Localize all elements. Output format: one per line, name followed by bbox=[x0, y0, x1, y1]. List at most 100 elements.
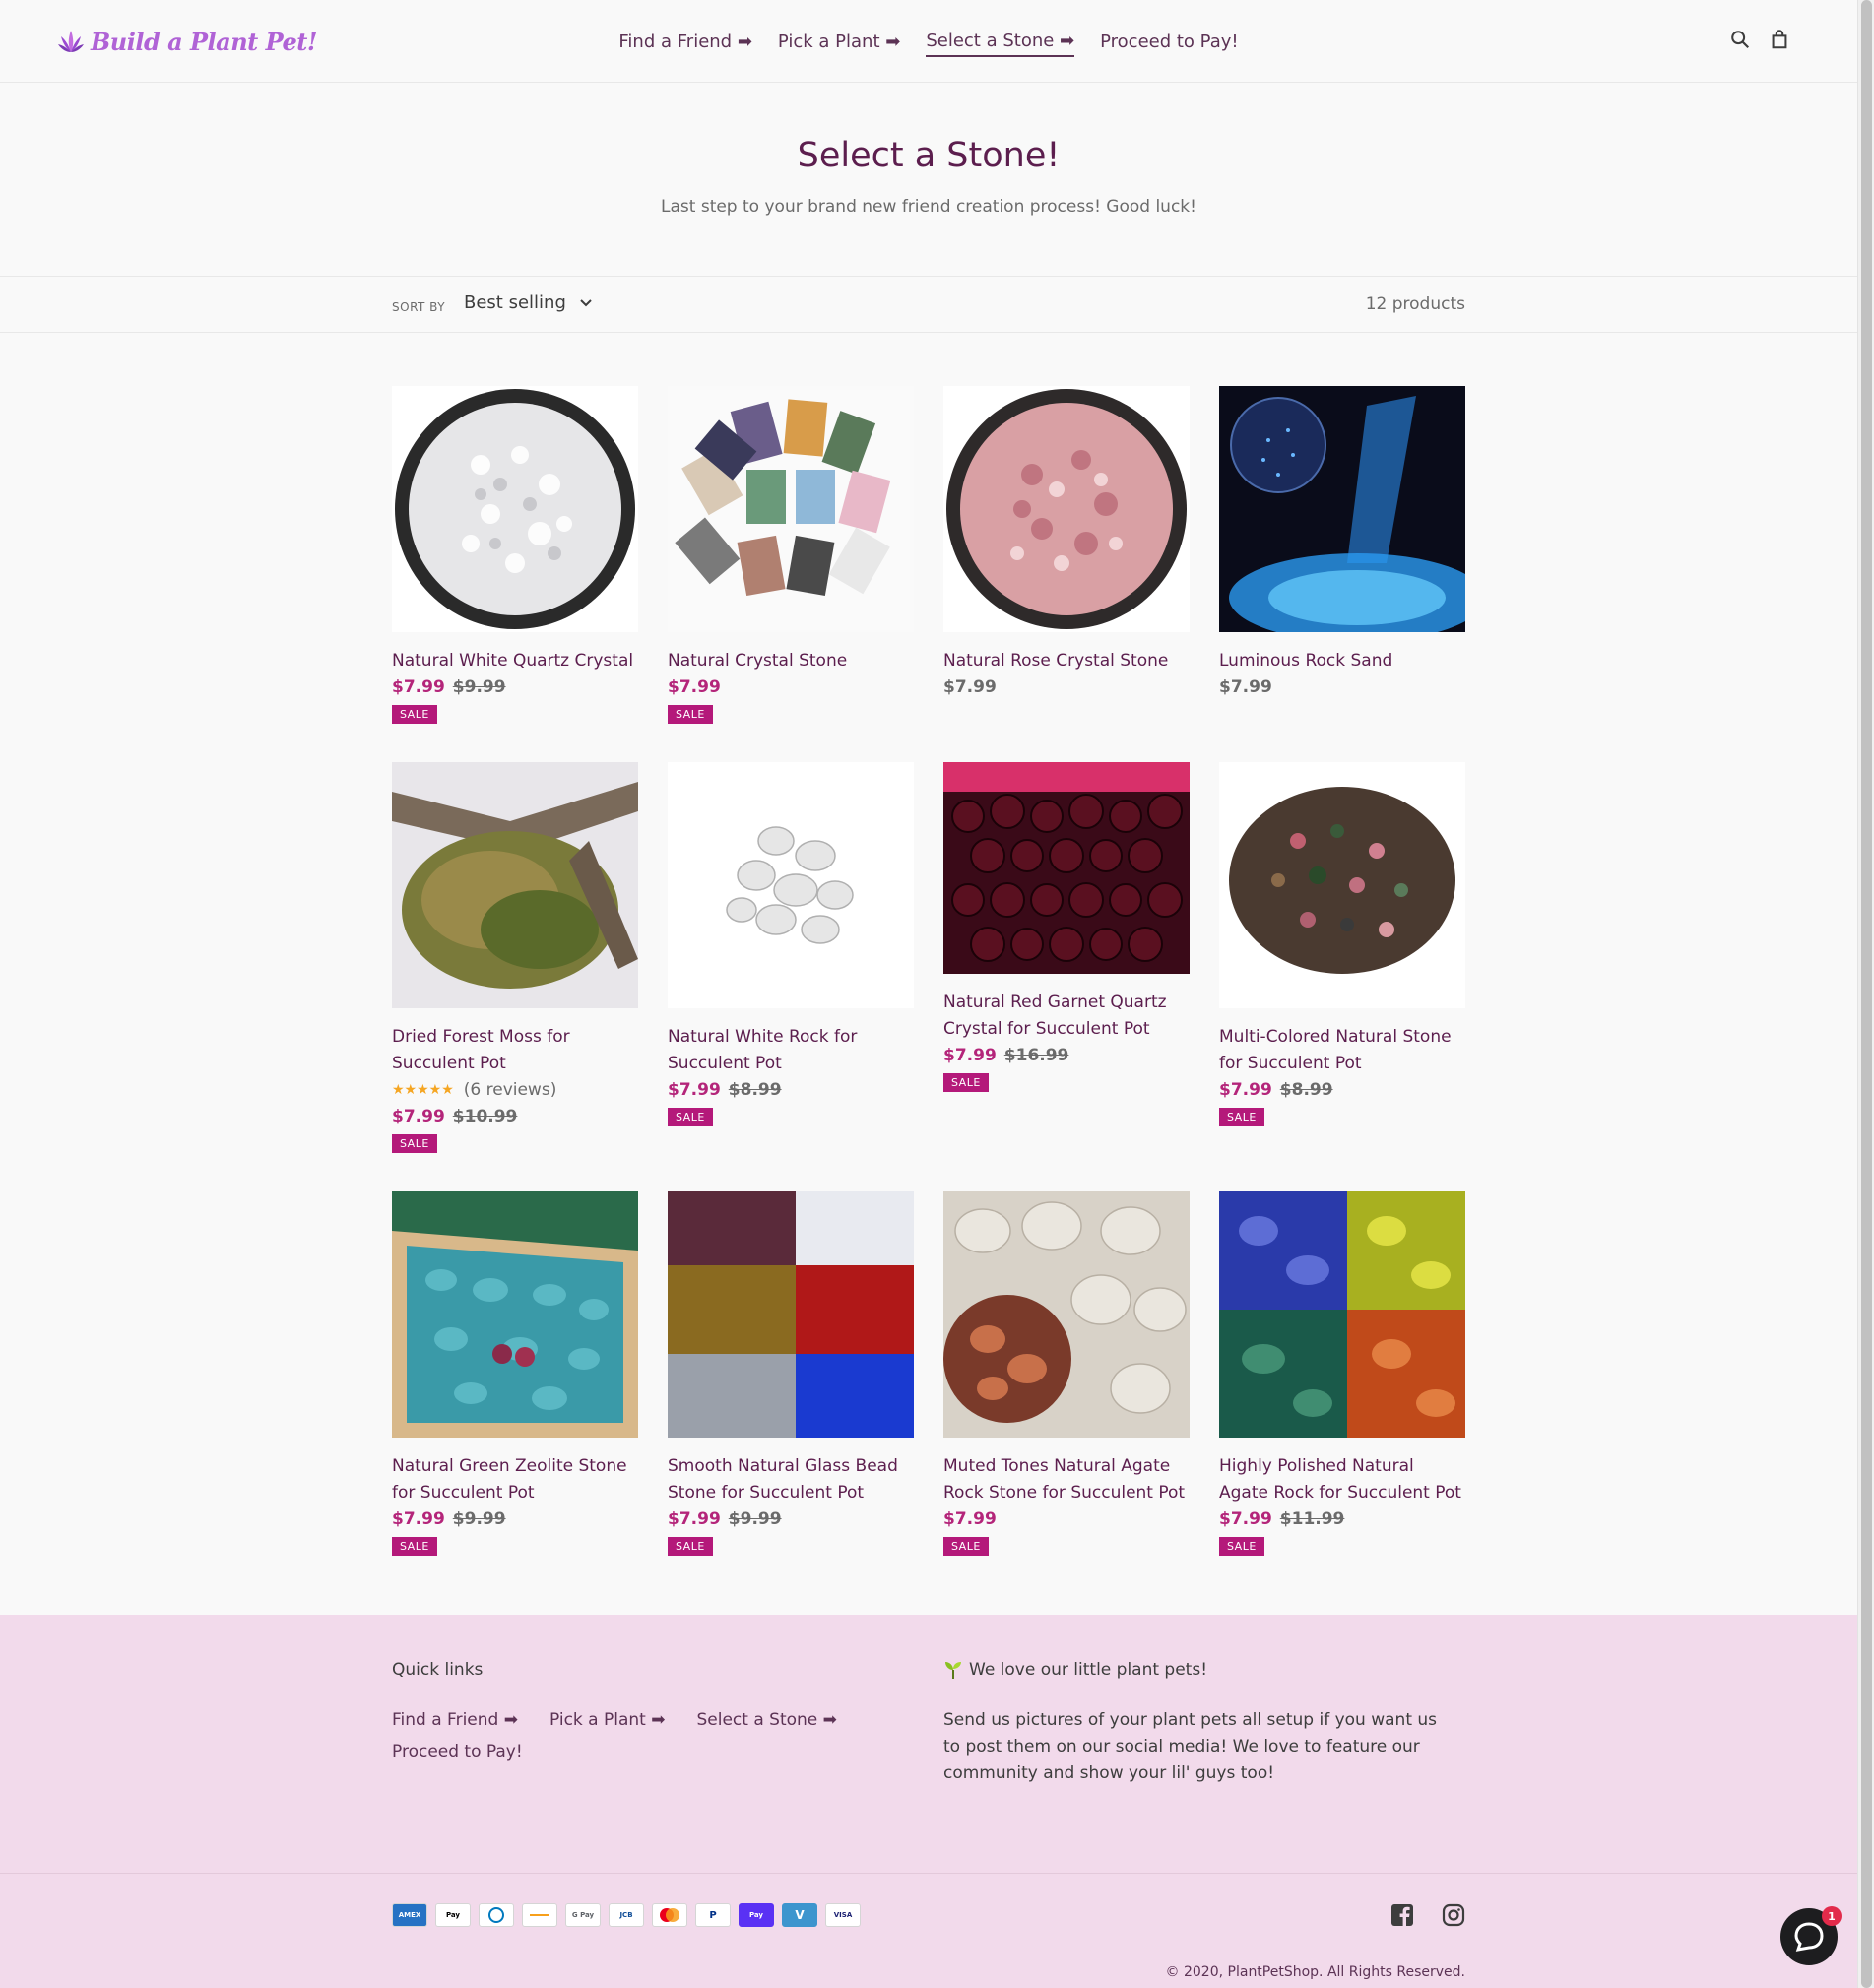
sort-select[interactable]: Best selling bbox=[464, 292, 592, 313]
amex-icon: AMEX bbox=[392, 1903, 427, 1927]
about-title: We love our little plant pets! bbox=[943, 1660, 1207, 1680]
diners-club-icon bbox=[479, 1903, 514, 1927]
product-title[interactable]: Natural Red Garnet Quartz Crystal for Su… bbox=[943, 990, 1190, 1043]
product-title[interactable]: Natural Green Zeolite Stone for Succulen… bbox=[392, 1453, 638, 1507]
product-card[interactable]: Luminous Rock Sand $7.99 bbox=[1219, 386, 1465, 701]
product-card[interactable]: Natural Green Zeolite Stone for Succulen… bbox=[392, 1191, 638, 1556]
cart-icon[interactable] bbox=[1769, 28, 1790, 51]
product-title[interactable]: Muted Tones Natural Agate Rock Stone for… bbox=[943, 1453, 1190, 1507]
product-title[interactable]: Dried Forest Moss for Succulent Pot bbox=[392, 1024, 638, 1077]
page-subtitle: Last step to your brand new friend creat… bbox=[661, 197, 1196, 217]
sale-badge: SALE bbox=[668, 705, 713, 724]
product-image-agate-muted[interactable] bbox=[943, 1191, 1190, 1438]
compare-price: $9.99 bbox=[452, 677, 506, 697]
sale-price: $7.99 bbox=[392, 1107, 445, 1126]
product-image-rose-crystal[interactable] bbox=[943, 386, 1190, 632]
seedling-icon bbox=[945, 1662, 961, 1679]
chat-notification-badge: 1 bbox=[1822, 1906, 1842, 1926]
sale-price: $7.99 bbox=[943, 1046, 997, 1065]
review-count: (6 reviews) bbox=[463, 1080, 557, 1100]
product-rating[interactable]: ★★★★★ (6 reviews) bbox=[392, 1077, 638, 1104]
product-title[interactable]: Natural White Quartz Crystal bbox=[392, 648, 638, 674]
compare-price: $11.99 bbox=[1279, 1509, 1345, 1529]
product-card[interactable]: Highly Polished Natural Agate Rock for S… bbox=[1219, 1191, 1465, 1556]
sale-price: $7.99 bbox=[1219, 1080, 1272, 1100]
sale-price: $7.99 bbox=[668, 1509, 721, 1529]
product-prices: $7.99 $10.99 bbox=[392, 1104, 638, 1130]
apple-pay-icon: Pay bbox=[435, 1903, 471, 1927]
product-title[interactable]: Luminous Rock Sand bbox=[1219, 648, 1465, 674]
shop-pay-icon: Pay bbox=[739, 1903, 774, 1927]
sale-price: $7.99 bbox=[943, 1509, 997, 1529]
product-card[interactable]: Natural Red Garnet Quartz Crystal for Su… bbox=[943, 762, 1190, 1092]
footer-link-select-a-stone[interactable]: Select a Stone ➡ bbox=[696, 1707, 836, 1733]
product-card[interactable]: Natural White Quartz Crystal $7.99 $9.99… bbox=[392, 386, 638, 724]
footer-top: Quick links Find a Friend ➡ Pick a Plant… bbox=[0, 1615, 1857, 1873]
product-card[interactable]: Multi-Colored Natural Stone for Succulen… bbox=[1219, 762, 1465, 1126]
chat-widget-button[interactable]: 1 bbox=[1780, 1906, 1842, 1965]
product-title[interactable]: Natural Rose Crystal Stone bbox=[943, 648, 1190, 674]
product-image-white-rock[interactable] bbox=[668, 762, 914, 1008]
product-card[interactable]: Muted Tones Natural Agate Rock Stone for… bbox=[943, 1191, 1190, 1556]
product-title[interactable]: Multi-Colored Natural Stone for Succulen… bbox=[1219, 1024, 1465, 1077]
mastercard-icon bbox=[652, 1903, 687, 1927]
nav-select-a-stone[interactable]: Select a Stone ➡ bbox=[926, 27, 1075, 57]
product-card[interactable]: Smooth Natural Glass Bead Stone for Succ… bbox=[668, 1191, 914, 1556]
nav-find-a-friend[interactable]: Find a Friend ➡ bbox=[618, 28, 752, 56]
product-title[interactable]: Smooth Natural Glass Bead Stone for Succ… bbox=[668, 1453, 914, 1507]
product-prices: $7.99 $9.99 bbox=[392, 674, 638, 701]
footer-link-proceed-to-pay[interactable]: Proceed to Pay! bbox=[392, 1739, 523, 1764]
nav-proceed-to-pay[interactable]: Proceed to Pay! bbox=[1100, 28, 1238, 56]
instagram-icon[interactable] bbox=[1442, 1903, 1465, 1931]
page-scrollbar[interactable] bbox=[1857, 0, 1874, 1988]
facebook-icon[interactable] bbox=[1390, 1903, 1414, 1931]
product-prices: $7.99 $9.99 bbox=[668, 1507, 914, 1533]
product-title[interactable]: Natural White Rock for Succulent Pot bbox=[668, 1024, 914, 1077]
sale-badge: SALE bbox=[943, 1537, 989, 1556]
quick-links: Find a Friend ➡ Pick a Plant ➡ Select a … bbox=[392, 1707, 884, 1764]
collection-hero: Select a Stone! Last step to your brand … bbox=[0, 83, 1857, 276]
product-prices: $7.99 bbox=[943, 1507, 1190, 1533]
sale-badge: SALE bbox=[943, 1073, 989, 1092]
footer-link-find-a-friend[interactable]: Find a Friend ➡ bbox=[392, 1707, 518, 1733]
product-image-crystal-bags[interactable] bbox=[668, 386, 914, 632]
sale-price: $7.99 bbox=[392, 677, 445, 697]
product-title[interactable]: Natural Crystal Stone bbox=[668, 648, 914, 674]
product-card[interactable]: Natural Rose Crystal Stone $7.99 bbox=[943, 386, 1190, 701]
product-image-garnet[interactable] bbox=[943, 762, 1190, 974]
compare-price: $16.99 bbox=[1003, 1046, 1069, 1065]
visa-icon: VISA bbox=[825, 1903, 861, 1927]
product-image-agate-polished[interactable] bbox=[1219, 1191, 1465, 1438]
quick-links-title: Quick links bbox=[392, 1660, 484, 1680]
product-image-multi-stone[interactable] bbox=[1219, 762, 1465, 1008]
product-image-glass-beads[interactable] bbox=[668, 1191, 914, 1438]
sale-badge: SALE bbox=[1219, 1108, 1264, 1126]
search-icon[interactable] bbox=[1729, 28, 1751, 51]
product-title[interactable]: Highly Polished Natural Agate Rock for S… bbox=[1219, 1453, 1465, 1507]
product-card[interactable]: Natural White Rock for Succulent Pot $7.… bbox=[668, 762, 914, 1126]
scrollbar-thumb[interactable] bbox=[1861, 0, 1872, 1988]
footer-link-pick-a-plant[interactable]: Pick a Plant ➡ bbox=[549, 1707, 666, 1733]
page: Build a Plant Pet! Find a Friend ➡ Pick … bbox=[0, 0, 1857, 1988]
product-card[interactable]: Dried Forest Moss for Succulent Pot ★★★★… bbox=[392, 762, 638, 1153]
product-image-moss[interactable] bbox=[392, 762, 638, 1008]
jcb-icon: JCB bbox=[609, 1903, 644, 1927]
sale-badge: SALE bbox=[392, 705, 437, 724]
product-prices: $7.99 bbox=[668, 674, 914, 701]
product-prices: $7.99 $9.99 bbox=[392, 1507, 638, 1533]
sort-label: SORT BY bbox=[392, 300, 446, 314]
product-image-zeolite[interactable] bbox=[392, 1191, 638, 1438]
chevron-down-icon bbox=[580, 298, 592, 306]
nav-pick-a-plant[interactable]: Pick a Plant ➡ bbox=[778, 28, 900, 56]
venmo-icon: V bbox=[782, 1903, 817, 1927]
product-card[interactable]: Natural Crystal Stone $7.99 SALE bbox=[668, 386, 914, 724]
sale-badge: SALE bbox=[392, 1537, 437, 1556]
product-image-white-quartz[interactable] bbox=[392, 386, 638, 632]
product-prices: $7.99 $16.99 bbox=[943, 1043, 1190, 1069]
sale-badge: SALE bbox=[1219, 1537, 1264, 1556]
product-prices: $7.99 $8.99 bbox=[668, 1077, 914, 1104]
product-image-luminous-sand[interactable] bbox=[1219, 386, 1465, 632]
about-title-text: We love our little plant pets! bbox=[969, 1660, 1208, 1680]
social-links bbox=[1390, 1903, 1465, 1931]
sale-price: $7.99 bbox=[392, 1509, 445, 1529]
